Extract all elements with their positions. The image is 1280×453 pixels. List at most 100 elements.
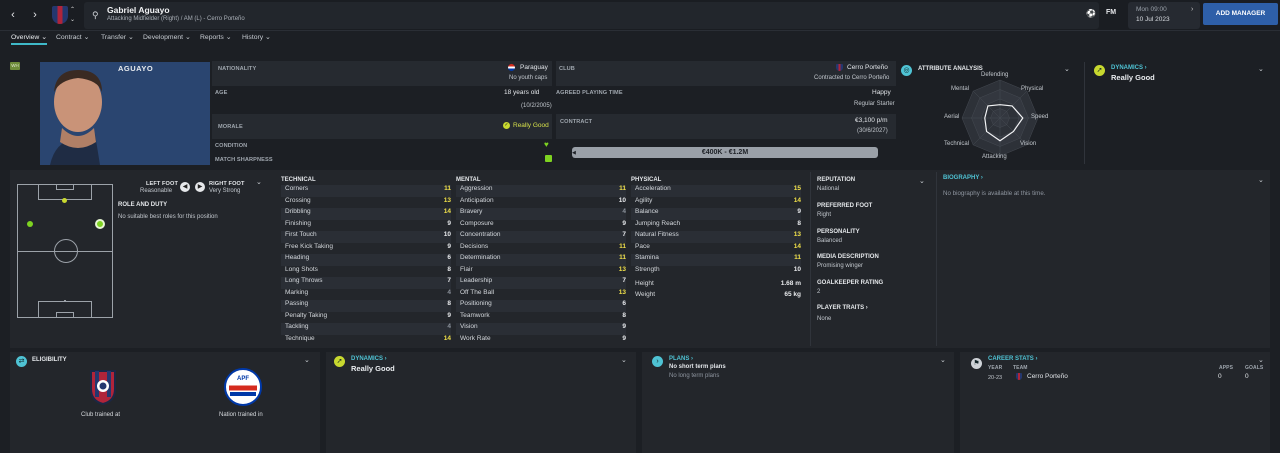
chevron-down-icon[interactable]: ⌄	[1258, 65, 1264, 73]
attribute-name: Leadership	[460, 277, 493, 284]
attribute-row[interactable]: Tackling 4	[281, 323, 451, 335]
search-icon[interactable]: ⚲	[92, 10, 102, 20]
position-dot-am-r[interactable]	[95, 219, 105, 229]
attribute-row[interactable]: First Touch 10	[281, 231, 451, 243]
tab-contract[interactable]: Contract ⌄	[56, 33, 89, 41]
dynamics-top-title[interactable]: DYNAMICS ›	[1111, 65, 1147, 71]
attribute-value: 11	[444, 185, 451, 192]
forward-arrow-icon[interactable]: ›	[28, 8, 42, 22]
chevron-down-icon[interactable]: ⌄	[1258, 356, 1264, 364]
tab-overview[interactable]: Overview ⌄	[11, 33, 47, 45]
fm-logo[interactable]: FM	[1106, 9, 1116, 16]
youth-caps: No youth caps	[509, 75, 548, 81]
attribute-name: Finishing	[285, 219, 312, 227]
attribute-row[interactable]: Jumping Reach 8	[631, 220, 801, 232]
attribute-name: Jumping Reach	[635, 219, 681, 227]
attribute-row[interactable]: Long Shots 8	[281, 266, 451, 278]
attribute-row[interactable]: Leadership 7	[456, 277, 626, 289]
attribute-row[interactable]: Strength 10	[631, 266, 801, 278]
attribute-row[interactable]: Free Kick Taking 9	[281, 243, 451, 255]
nationality-value[interactable]: Paraguay	[520, 64, 548, 71]
attribute-row[interactable]: Concentration 7	[456, 231, 626, 243]
career-team[interactable]: Cerro Porteño	[1027, 373, 1068, 380]
attribute-row[interactable]: Crossing 13	[281, 197, 451, 209]
attribute-row[interactable]: Flair 13	[456, 266, 626, 278]
club-value[interactable]: Cerro Porteño	[847, 64, 888, 71]
chevron-down-icon[interactable]: ⌄	[256, 178, 262, 186]
career-stats-icon: ⚑	[971, 358, 982, 369]
attribute-row[interactable]: Teamwork 8	[456, 312, 626, 324]
attribute-row[interactable]: Off The Ball 13	[456, 289, 626, 301]
position-dot-am-l[interactable]	[27, 221, 33, 227]
attribute-row[interactable]: Heading 6	[281, 254, 451, 266]
plans-title[interactable]: PLANS ›	[669, 356, 693, 362]
chevron-down-icon[interactable]: ⌄	[1258, 176, 1264, 184]
chevron-down-icon[interactable]: ⌄	[940, 356, 946, 364]
radar-label-vision: Vision	[1020, 141, 1037, 147]
preferred-foot-value: Right	[817, 212, 832, 218]
media-description-value: Promising winger	[817, 263, 864, 269]
attribute-row[interactable]: Penalty Taking 9	[281, 312, 451, 324]
tab-transfer[interactable]: Transfer ⌄	[101, 33, 134, 41]
chevron-right-icon[interactable]: ›	[1191, 6, 1193, 13]
back-arrow-icon[interactable]: ‹	[6, 8, 20, 22]
attribute-value: 7	[622, 231, 626, 238]
attribute-value: 13	[618, 265, 626, 273]
attribute-value: 7	[447, 277, 451, 284]
attribute-row[interactable]: Dribbling 14	[281, 208, 451, 220]
current-date: 10 Jul 2023	[1136, 16, 1170, 23]
attribute-row[interactable]: Balance 9	[631, 208, 801, 220]
dynamics-bottom-title[interactable]: DYNAMICS ›	[351, 356, 387, 362]
tab-development[interactable]: Development ⌄	[143, 33, 191, 41]
attribute-row[interactable]: Agility 14	[631, 197, 801, 209]
morale-value[interactable]: Really Good	[513, 122, 549, 129]
attribute-row[interactable]: Marking 4	[281, 289, 451, 301]
club-contract-text: Contracted to Cerro Porteño	[814, 75, 890, 81]
player-traits-label[interactable]: PLAYER TRAITS ›	[817, 305, 868, 311]
attribute-row[interactable]: Determination 11	[456, 254, 626, 266]
attribute-value: 10	[443, 231, 451, 238]
short-term-plans: No short term plans	[669, 364, 726, 370]
tab-history[interactable]: History ⌄	[242, 33, 271, 41]
attribute-row[interactable]: Work Rate 9	[456, 335, 626, 347]
condition-heart-icon: ♥	[544, 140, 549, 149]
attribute-row[interactable]: Composure 9	[456, 220, 626, 232]
biography-title[interactable]: BIOGRAPHY ›	[943, 175, 983, 181]
chevron-down-icon[interactable]: ⌄	[1064, 65, 1070, 73]
eligibility-panel	[10, 352, 320, 453]
attribute-row[interactable]: Stamina 11	[631, 254, 801, 266]
right-foot-value: Very Strong	[209, 188, 241, 194]
attribute-row[interactable]: Passing 8	[281, 300, 451, 312]
chevron-down-icon[interactable]: ⌄	[304, 356, 310, 364]
contract-label: CONTRACT	[560, 119, 593, 125]
attribute-name: Tackling	[285, 323, 309, 330]
attribute-row[interactable]: Vision 9	[456, 323, 626, 335]
attribute-analysis-icon: ◎	[901, 65, 912, 76]
ball-icon[interactable]: ⚽	[1086, 9, 1096, 18]
attribute-value: 4	[447, 323, 451, 330]
attribute-row[interactable]: Aggression 11	[456, 185, 626, 197]
attribute-row[interactable]: Natural Fitness 13	[631, 231, 801, 243]
radar-label-physical: Physical	[1021, 86, 1044, 92]
attribute-row[interactable]: Pace 14	[631, 243, 801, 255]
attribute-row[interactable]: Long Throws 7	[281, 277, 451, 289]
tab-reports[interactable]: Reports ⌄	[200, 33, 231, 41]
transfer-value-bar[interactable]: €400K - €1.2M	[572, 147, 878, 158]
attribute-row[interactable]: Bravery 4	[456, 208, 626, 220]
attribute-name: Concentration	[460, 231, 501, 238]
chevron-down-icon[interactable]: ⌄	[919, 177, 925, 185]
career-stats-title[interactable]: CAREER STATS ›	[988, 356, 1037, 362]
add-manager-button[interactable]: ADD MANAGER	[1203, 3, 1278, 25]
attribute-row[interactable]: Acceleration 15	[631, 185, 801, 197]
attribute-name: Off The Ball	[460, 288, 495, 296]
attribute-row[interactable]: Decisions 11	[456, 243, 626, 255]
attribute-row[interactable]: Corners 11	[281, 185, 451, 197]
attribute-row[interactable]: Positioning 6	[456, 300, 626, 312]
up-down-chevron-icon[interactable]: ⌃ ⌄	[70, 5, 78, 25]
attribute-row[interactable]: Anticipation 10	[456, 197, 626, 209]
chevron-down-icon[interactable]: ⌄	[621, 356, 627, 364]
attribute-row[interactable]: Technique 14	[281, 335, 451, 347]
role-duty-title: ROLE AND DUTY	[118, 202, 168, 208]
attribute-row[interactable]: Finishing 9	[281, 220, 451, 232]
position-dot-am-c[interactable]	[62, 198, 67, 203]
